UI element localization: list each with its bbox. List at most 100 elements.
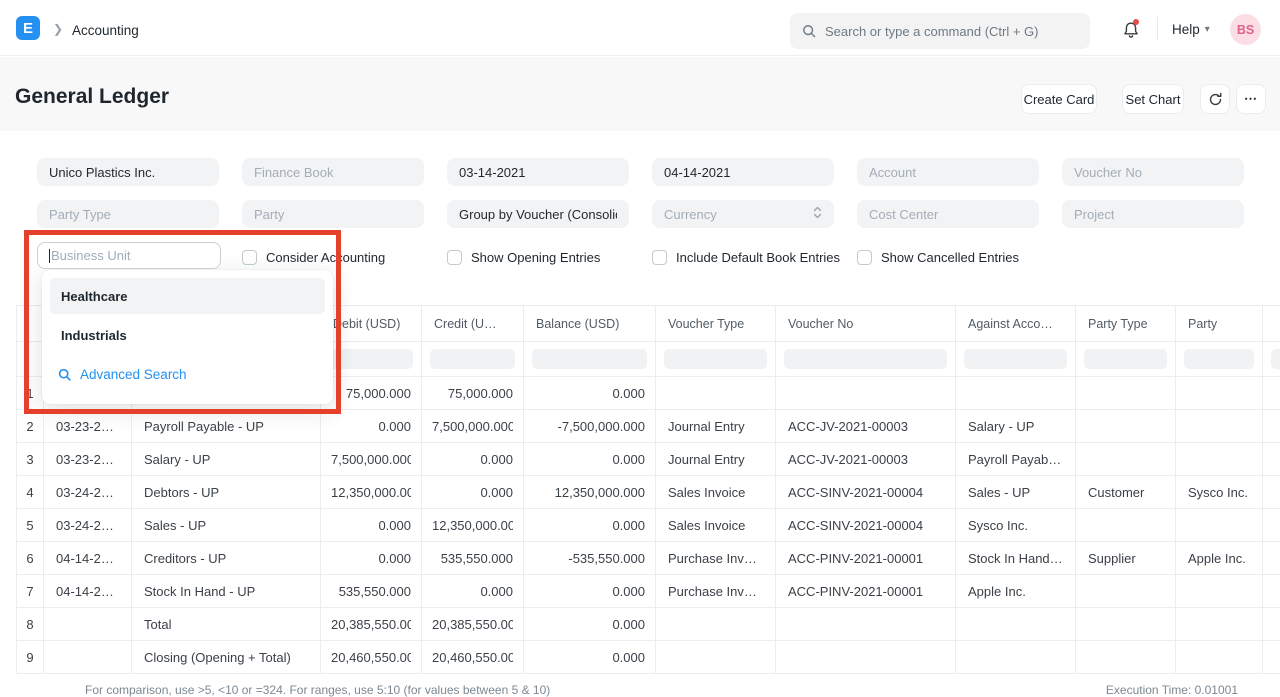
table-cell[interactable]: 20,460,550.000 — [422, 641, 524, 674]
table-cell[interactable] — [956, 377, 1076, 410]
table-cell[interactable]: 04-14-2021 — [44, 575, 132, 608]
checkbox-show-cancelled-entries[interactable]: Show Cancelled Entries — [857, 250, 1019, 265]
table-cell[interactable]: 0.000 — [321, 542, 422, 575]
table-cell[interactable]: Payroll Payable - UP — [956, 443, 1076, 476]
table-cell[interactable] — [1076, 443, 1176, 476]
table-cell[interactable]: ACC-PINV-2021-00001 — [776, 542, 956, 575]
filter-party[interactable]: Party — [242, 200, 424, 228]
table-cell[interactable]: Sysco Inc. — [1176, 476, 1263, 509]
table-cell[interactable]: 0.000 — [524, 509, 656, 542]
breadcrumb[interactable]: Accounting — [72, 23, 139, 38]
table-cell[interactable] — [1076, 509, 1176, 542]
table-cell[interactable]: Journal Entry — [656, 443, 776, 476]
table-cell[interactable]: 0.000 — [524, 608, 656, 641]
table-cell[interactable]: Supplier — [1076, 542, 1176, 575]
filter-project[interactable]: Project — [1062, 200, 1244, 228]
table-cell[interactable]: Debtors - UP — [132, 476, 321, 509]
advanced-search-link[interactable]: Advanced Search — [50, 358, 325, 390]
table-cell[interactable] — [1263, 443, 1280, 476]
table-cell[interactable]: 0.000 — [524, 575, 656, 608]
table-cell[interactable]: ACC-SINV-2021-00004 — [776, 509, 956, 542]
table-row[interactable]: 604-14-2021Creditors - UP0.000535,550.00… — [17, 542, 1280, 575]
table-cell[interactable]: Customer — [1076, 476, 1176, 509]
column-header[interactable]: Credit (USD) — [422, 306, 524, 342]
column-filter-input[interactable] — [1084, 349, 1167, 369]
table-cell[interactable]: Stock In Hand - UP — [956, 542, 1076, 575]
table-cell[interactable] — [1076, 641, 1176, 674]
table-cell[interactable]: Salary - UP — [132, 443, 321, 476]
table-cell[interactable]: Creditors - UP — [132, 542, 321, 575]
table-cell[interactable] — [1263, 641, 1280, 674]
table-row[interactable]: 403-24-2021Debtors - UP12,350,000.0000.0… — [17, 476, 1280, 509]
table-row[interactable]: 704-14-2021Stock In Hand - UP535,550.000… — [17, 575, 1280, 608]
table-cell[interactable]: Purchase Invoice — [656, 575, 776, 608]
table-cell[interactable]: ACC-JV-2021-00003 — [776, 443, 956, 476]
table-cell[interactable]: Sales - UP — [956, 476, 1076, 509]
table-cell[interactable]: 7,500,000.000 — [321, 443, 422, 476]
table-cell[interactable]: Stock In Hand - UP — [132, 575, 321, 608]
table-cell[interactable]: 0.000 — [321, 410, 422, 443]
table-cell[interactable] — [44, 641, 132, 674]
dropdown-option-industrials[interactable]: Industrials — [50, 317, 325, 353]
column-filter-input[interactable] — [664, 349, 767, 369]
filter-company[interactable]: Unico Plastics Inc. — [37, 158, 219, 186]
table-cell[interactable]: 12,350,000.000 — [321, 476, 422, 509]
table-cell[interactable] — [656, 608, 776, 641]
table-cell[interactable]: 0.000 — [524, 641, 656, 674]
table-cell[interactable]: 0.000 — [422, 476, 524, 509]
column-filter-input[interactable] — [532, 349, 647, 369]
table-cell[interactable] — [776, 608, 956, 641]
table-cell[interactable] — [1176, 608, 1263, 641]
table-cell[interactable]: 12,350,000.000 — [524, 476, 656, 509]
table-cell[interactable] — [956, 608, 1076, 641]
table-cell[interactable] — [776, 641, 956, 674]
table-row[interactable]: 9Closing (Opening + Total)20,460,550.000… — [17, 641, 1280, 674]
table-cell[interactable] — [776, 377, 956, 410]
table-cell[interactable]: 03-24-2021 — [44, 509, 132, 542]
table-row[interactable]: 8Total20,385,550.00020,385,550.0000.000 — [17, 608, 1280, 641]
table-cell[interactable] — [1176, 641, 1263, 674]
filter-to-date[interactable]: 04-14-2021 — [652, 158, 834, 186]
table-cell[interactable]: Total — [132, 608, 321, 641]
filter-group-by[interactable]: Group by Voucher (Consolidated) — [447, 200, 629, 228]
table-cell[interactable]: 7,500,000.000 — [422, 410, 524, 443]
table-cell[interactable]: 0.000 — [524, 443, 656, 476]
table-cell[interactable]: Closing (Opening + Total) — [132, 641, 321, 674]
filter-finance-book[interactable]: Finance Book — [242, 158, 424, 186]
refresh-button[interactable] — [1200, 84, 1230, 114]
table-cell[interactable]: Apple Inc. — [1176, 542, 1263, 575]
table-cell[interactable]: 03-23-2021 — [44, 410, 132, 443]
avatar[interactable]: BS — [1230, 14, 1261, 45]
set-chart-button[interactable]: Set Chart — [1122, 84, 1184, 114]
table-cell[interactable] — [44, 608, 132, 641]
column-filter-input[interactable] — [329, 349, 413, 369]
table-cell[interactable]: Payroll Payable - UP — [132, 410, 321, 443]
filter-currency[interactable]: Currency — [652, 200, 834, 228]
table-cell[interactable]: -7,500,000.000 — [524, 410, 656, 443]
filter-account[interactable]: Account — [857, 158, 1039, 186]
checkbox-include-default-book-entries[interactable]: Include Default Book Entries — [652, 250, 840, 265]
create-card-button[interactable]: Create Card — [1021, 84, 1097, 114]
checkbox-icon[interactable] — [857, 250, 872, 265]
column-header[interactable] — [17, 306, 44, 342]
column-header[interactable] — [1263, 306, 1280, 342]
table-cell[interactable]: -535,550.000 — [524, 542, 656, 575]
table-cell[interactable]: 20,460,550.000 — [321, 641, 422, 674]
table-cell[interactable] — [1076, 575, 1176, 608]
table-cell[interactable]: Apple Inc. — [956, 575, 1076, 608]
column-filter-input[interactable] — [1184, 349, 1254, 369]
checkbox-icon[interactable] — [447, 250, 462, 265]
table-cell[interactable]: 20,385,550.000 — [321, 608, 422, 641]
table-cell[interactable] — [656, 641, 776, 674]
table-cell[interactable] — [1263, 410, 1280, 443]
table-cell[interactable]: Sales Invoice — [656, 509, 776, 542]
table-cell[interactable] — [1176, 443, 1263, 476]
table-cell[interactable]: 20,385,550.000 — [422, 608, 524, 641]
filter-party-type[interactable]: Party Type — [37, 200, 219, 228]
global-search-input[interactable]: Search or type a command (Ctrl + G) — [790, 13, 1090, 49]
column-header[interactable]: Party Type — [1076, 306, 1176, 342]
table-cell[interactable] — [1176, 410, 1263, 443]
filter-cost-center[interactable]: Cost Center — [857, 200, 1039, 228]
column-header[interactable]: Debit (USD) — [321, 306, 422, 342]
table-cell[interactable] — [1076, 410, 1176, 443]
